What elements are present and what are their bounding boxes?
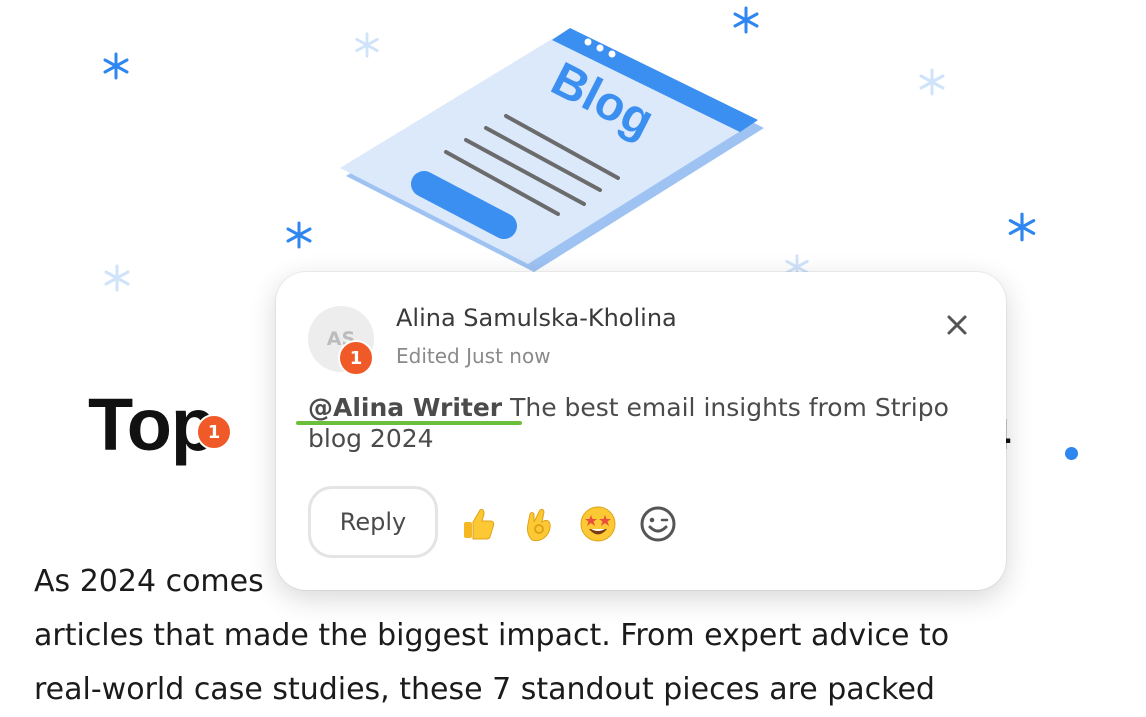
body-line: articles that made the biggest impact. F… [34, 618, 950, 653]
reply-button[interactable]: Reply [308, 486, 438, 558]
page-title: Top [88, 383, 216, 466]
star-struck-reaction[interactable] [576, 502, 620, 546]
reaction-bar [456, 502, 680, 546]
comment-popup: AS 1 Alina Samulska-Kholina Edited Just … [276, 272, 1006, 590]
thumbs-up-icon [464, 509, 495, 540]
ok-hand-icon [527, 508, 551, 542]
sparkle-icon [1008, 212, 1036, 242]
star-struck-icon [580, 506, 616, 542]
sparkle-icon [286, 221, 312, 249]
mention-link[interactable]: @Alina Writer [308, 393, 502, 422]
comment-pin-dot[interactable] [1065, 447, 1078, 460]
sparkle-icon [919, 68, 945, 96]
ok-hand-reaction[interactable] [516, 502, 560, 546]
hero-illustration: Blog [0, 0, 1146, 300]
notification-badge: 1 [338, 340, 374, 376]
thumbs-up-reaction[interactable] [456, 502, 500, 546]
close-icon [947, 315, 967, 335]
comment-author: Alina Samulska-Kholina [396, 304, 677, 332]
comment-meta: Edited Just now [396, 344, 551, 368]
comment-count-badge[interactable]: 1 [196, 414, 232, 450]
body-line: real-world case studies, these 7 standou… [34, 672, 935, 707]
add-reaction-button[interactable] [636, 502, 680, 546]
sparkle-icon [103, 52, 129, 80]
close-button[interactable] [940, 308, 974, 342]
smile-icon [640, 506, 676, 542]
blog-document-illustration: Blog [340, 28, 764, 272]
sparkle-icon [104, 264, 130, 292]
mention-underline [296, 421, 522, 425]
